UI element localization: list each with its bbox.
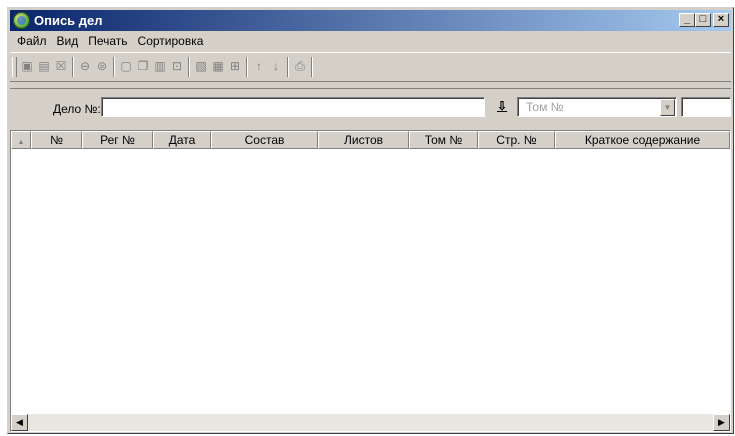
print-icon[interactable]: ⎙ [293,59,307,73]
copy-icon[interactable]: ❐ [136,59,150,73]
extra-filter-input[interactable] [681,97,731,117]
toolbar-grip[interactable] [12,57,17,77]
save-icon[interactable]: ▤ [37,59,51,73]
menu-sort[interactable]: Сортировка [133,33,209,49]
toolbar-separator [113,57,115,77]
toolbar-separator [311,57,313,77]
insert-icon[interactable]: ⊞ [228,59,242,73]
column-header-composition[interactable]: Состав [211,131,318,149]
lock-icon[interactable]: ⊖ [78,59,92,73]
app-icon [13,12,30,29]
column-header-number[interactable]: № [31,131,82,149]
arrow-down-icon[interactable]: ↓ [269,59,283,73]
toolbar-separator [246,57,248,77]
table-header: ▲ № Рег № Дата Состав Листов Том № Стр. … [11,131,730,149]
toolbar: ▣ ▤ ☒ ⊖ ⊜ ▢ ❐ ▥ ⊡ ▧ ▦ ⊞ ↑ ↓ ⎙ [10,52,731,82]
transfer-icon[interactable]: ▧ [194,59,208,73]
sort-down-icon[interactable]: ⇩ [497,99,507,113]
column-header-sheets[interactable]: Листов [318,131,409,149]
toolbar-separator [188,57,190,77]
chevron-down-icon[interactable]: ▼ [660,99,675,116]
print-list-icon[interactable]: ▦ [211,59,225,73]
unlock-icon[interactable]: ⊜ [95,59,109,73]
toolbar-separator [72,57,74,77]
menu-bar: Файл Вид Печать Сортировка [12,33,208,51]
title-bar[interactable]: Опись дел _ □ × [10,10,731,31]
toolbar-separator [287,57,289,77]
edit-record-icon[interactable]: ☒ [54,59,68,73]
window-title: Опись дел [34,13,103,28]
case-number-label: Дело №: [53,102,101,116]
column-header-date[interactable]: Дата [153,131,211,149]
column-header-summary[interactable]: Краткое содержание [555,131,730,149]
sort-indicator-icon[interactable]: ▲ [11,131,31,149]
volume-placeholder: Том № [526,100,564,114]
horizontal-scrollbar[interactable]: ◀ ▶ [11,414,730,431]
preview-icon[interactable]: ⊡ [170,59,184,73]
document-icon[interactable]: ▢ [119,59,133,73]
menu-view[interactable]: Вид [52,33,84,49]
scroll-right-icon[interactable]: ▶ [713,414,730,431]
volume-select[interactable]: Том № ▼ [517,97,677,117]
scroll-left-icon[interactable]: ◀ [11,414,28,431]
menu-print[interactable]: Печать [83,33,132,49]
column-header-reg-number[interactable]: Рег № [82,131,153,149]
minimize-button[interactable]: _ [679,13,695,27]
close-button[interactable]: × [713,13,729,27]
paste-icon[interactable]: ▥ [153,59,167,73]
menu-file[interactable]: Файл [12,33,52,49]
column-header-page[interactable]: Стр. № [478,131,555,149]
edit-icon[interactable]: ▣ [20,59,34,73]
records-table[interactable]: ▲ № Рег № Дата Состав Листов Том № Стр. … [10,130,731,432]
filter-bar: Дело №: ⇩ Том № ▼ [10,88,731,129]
maximize-button[interactable]: □ [695,13,711,27]
case-number-input[interactable] [101,97,485,117]
main-window: Опись дел _ □ × Файл Вид Печать Сортировка … [7,7,734,434]
column-header-volume[interactable]: Том № [409,131,478,149]
arrow-up-icon[interactable]: ↑ [252,59,266,73]
